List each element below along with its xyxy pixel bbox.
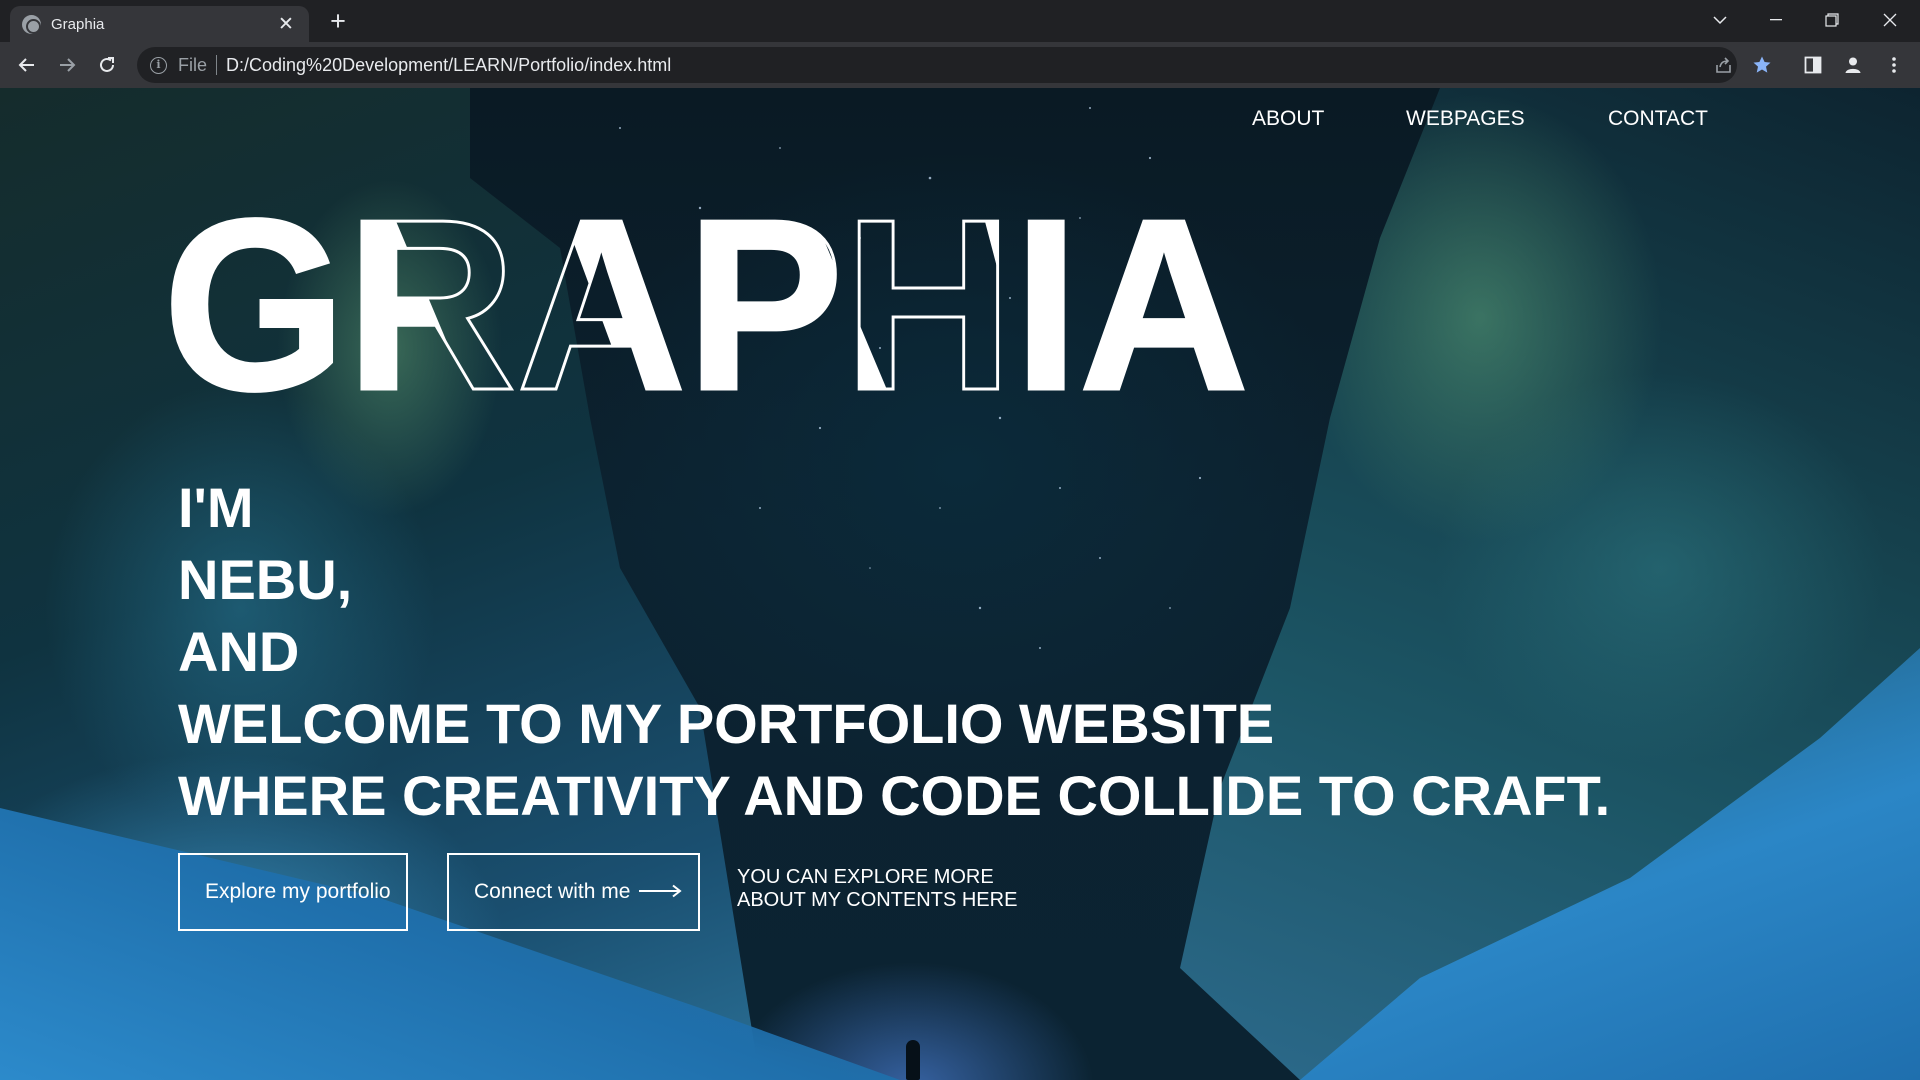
address-scheme: File [178, 54, 208, 75]
hero-line-name: NEBU, [178, 548, 353, 611]
nav-contact-link[interactable]: CONTACT [1608, 107, 1708, 131]
side-panel-icon[interactable] [1797, 49, 1829, 81]
arrow-right-icon [638, 880, 683, 904]
close-icon[interactable]: ✕ [275, 13, 297, 36]
forward-icon[interactable] [51, 49, 83, 81]
connect-label: Connect with me [474, 880, 631, 903]
info-icon[interactable]: i [150, 56, 167, 74]
minimize-icon[interactable] [1748, 0, 1804, 40]
address-url[interactable]: D:/Coding%20Development/LEARN/Portfolio/… [226, 55, 671, 76]
explore-note: YOU CAN EXPLORE MORE ABOUT MY CONTENTS H… [737, 866, 1017, 912]
profile-icon[interactable] [1837, 49, 1869, 81]
tab-strip: Graphia ✕ + [0, 0, 1920, 42]
globe-icon [22, 14, 41, 34]
hero-line-welcome: WELCOME TO MY PORTFOLIO WEBSITE [178, 692, 1275, 755]
hero-line-im: I'M [178, 476, 254, 539]
back-icon[interactable] [11, 49, 43, 81]
star-icon[interactable] [1746, 49, 1778, 81]
hero-intro: I'M NEBU, AND WELCOME TO MY PORTFOLIO WE… [178, 472, 1610, 832]
menu-icon[interactable] [1878, 49, 1910, 81]
explore-portfolio-label: Explore my portfolio [205, 880, 391, 903]
browser-tab[interactable]: Graphia ✕ [10, 6, 309, 42]
explore-portfolio-button[interactable]: Explore my portfolio [178, 853, 408, 931]
explore-note-line1: YOU CAN EXPLORE MORE [737, 866, 994, 888]
share-icon[interactable] [1707, 47, 1739, 83]
plus-icon[interactable]: + [323, 7, 353, 37]
nav-webpages-link[interactable]: WEBPAGES [1406, 107, 1525, 131]
nav-about-link[interactable]: ABOUT [1252, 107, 1324, 131]
hero-line-tagline: WHERE CREATIVITY AND CODE COLLIDE TO CRA… [178, 764, 1611, 827]
address-bar[interactable]: i File D:/Coding%20Development/LEARN/Por… [137, 47, 1737, 83]
address-separator [216, 55, 218, 75]
browser-toolbar: i File D:/Coding%20Development/LEARN/Por… [0, 42, 1920, 88]
person-silhouette [906, 1040, 920, 1080]
close-window-icon[interactable] [1862, 0, 1918, 40]
graphia-logo: GRAPHIA GRAPHIA GRAPHIA GRAPHIA [163, 214, 1251, 404]
portfolio-page: ABOUT WEBPAGES CONTACT GRAPHIA GRAPHIA G… [0, 88, 1920, 1080]
restore-icon[interactable] [1804, 0, 1860, 40]
reload-icon[interactable] [91, 49, 123, 81]
explore-note-line2: ABOUT MY CONTENTS HERE [737, 889, 1018, 911]
chevron-down-icon[interactable] [1692, 0, 1748, 40]
hero-line-and: AND [178, 620, 300, 683]
tab-title: Graphia [51, 15, 105, 33]
connect-button[interactable]: Connect with me [447, 853, 700, 931]
